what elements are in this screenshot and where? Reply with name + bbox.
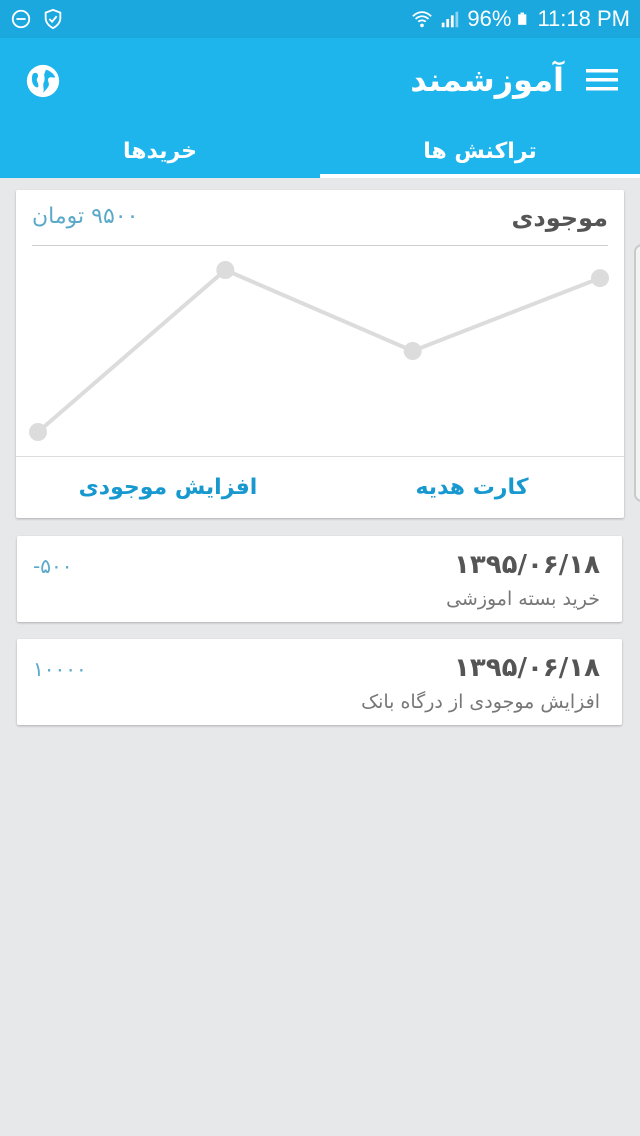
tab-bar: تراکنش ها خریدها [0, 124, 640, 178]
gift-card-button[interactable]: کارت هدیه [320, 457, 624, 518]
data-point [591, 269, 609, 288]
menu-icon[interactable] [584, 65, 620, 95]
battery-percent: 96% [467, 6, 512, 31]
wifi-icon [412, 11, 433, 28]
series-line [36, 267, 601, 434]
status-left-icons [10, 8, 64, 30]
tab-transactions[interactable]: تراکنش ها [320, 124, 640, 178]
transaction-description: خرید بسته اموزشی [446, 588, 600, 610]
data-point [29, 423, 47, 441]
balance-card: موجودی ۹۵۰۰ تومان کارت هدیه افزایش موجود… [16, 190, 624, 518]
balance-actions: کارت هدیه افزایش موجودی [16, 456, 624, 518]
transaction-amount: ۱۰۰۰۰ [33, 657, 87, 681]
transaction-date: ۱۳۹۵/۰۶/۱۸ [454, 550, 600, 580]
balance-chart [29, 261, 609, 441]
add-balance-button[interactable]: افزایش موجودی [16, 457, 320, 518]
data-point [216, 261, 235, 279]
clock: 11:18 PM [537, 6, 630, 31]
edge-panel-handle[interactable] [634, 244, 640, 502]
transaction-card[interactable]: ۱۳۹۵/۰۶/۱۸ خرید بسته اموزشی -۵۰۰ [17, 536, 622, 622]
app-title: آموزشمند [410, 61, 564, 99]
transaction-card[interactable]: ۱۳۹۵/۰۶/۱۸ افزایش موجودی از درگاه بانک ۱… [17, 639, 622, 725]
globe-icon[interactable] [24, 62, 62, 100]
data-point [403, 342, 422, 360]
status-right: 96% 11:18 PM [411, 6, 630, 32]
do-not-disturb-icon [11, 9, 31, 29]
balance-amount: ۹۵۰۰ تومان [32, 204, 139, 229]
balance-label: موجودی [511, 204, 608, 232]
battery-icon [518, 12, 527, 25]
signal-icon [442, 11, 459, 28]
transaction-date: ۱۳۹۵/۰۶/۱۸ [454, 653, 600, 683]
app-bar: آموزشمند [0, 38, 640, 124]
tab-purchases[interactable]: خریدها [0, 124, 320, 178]
transaction-amount: -۵۰۰ [33, 554, 73, 578]
shield-icon [44, 8, 62, 30]
status-bar: 96% 11:18 PM [0, 0, 640, 38]
transaction-description: افزایش موجودی از درگاه بانک [361, 691, 600, 713]
